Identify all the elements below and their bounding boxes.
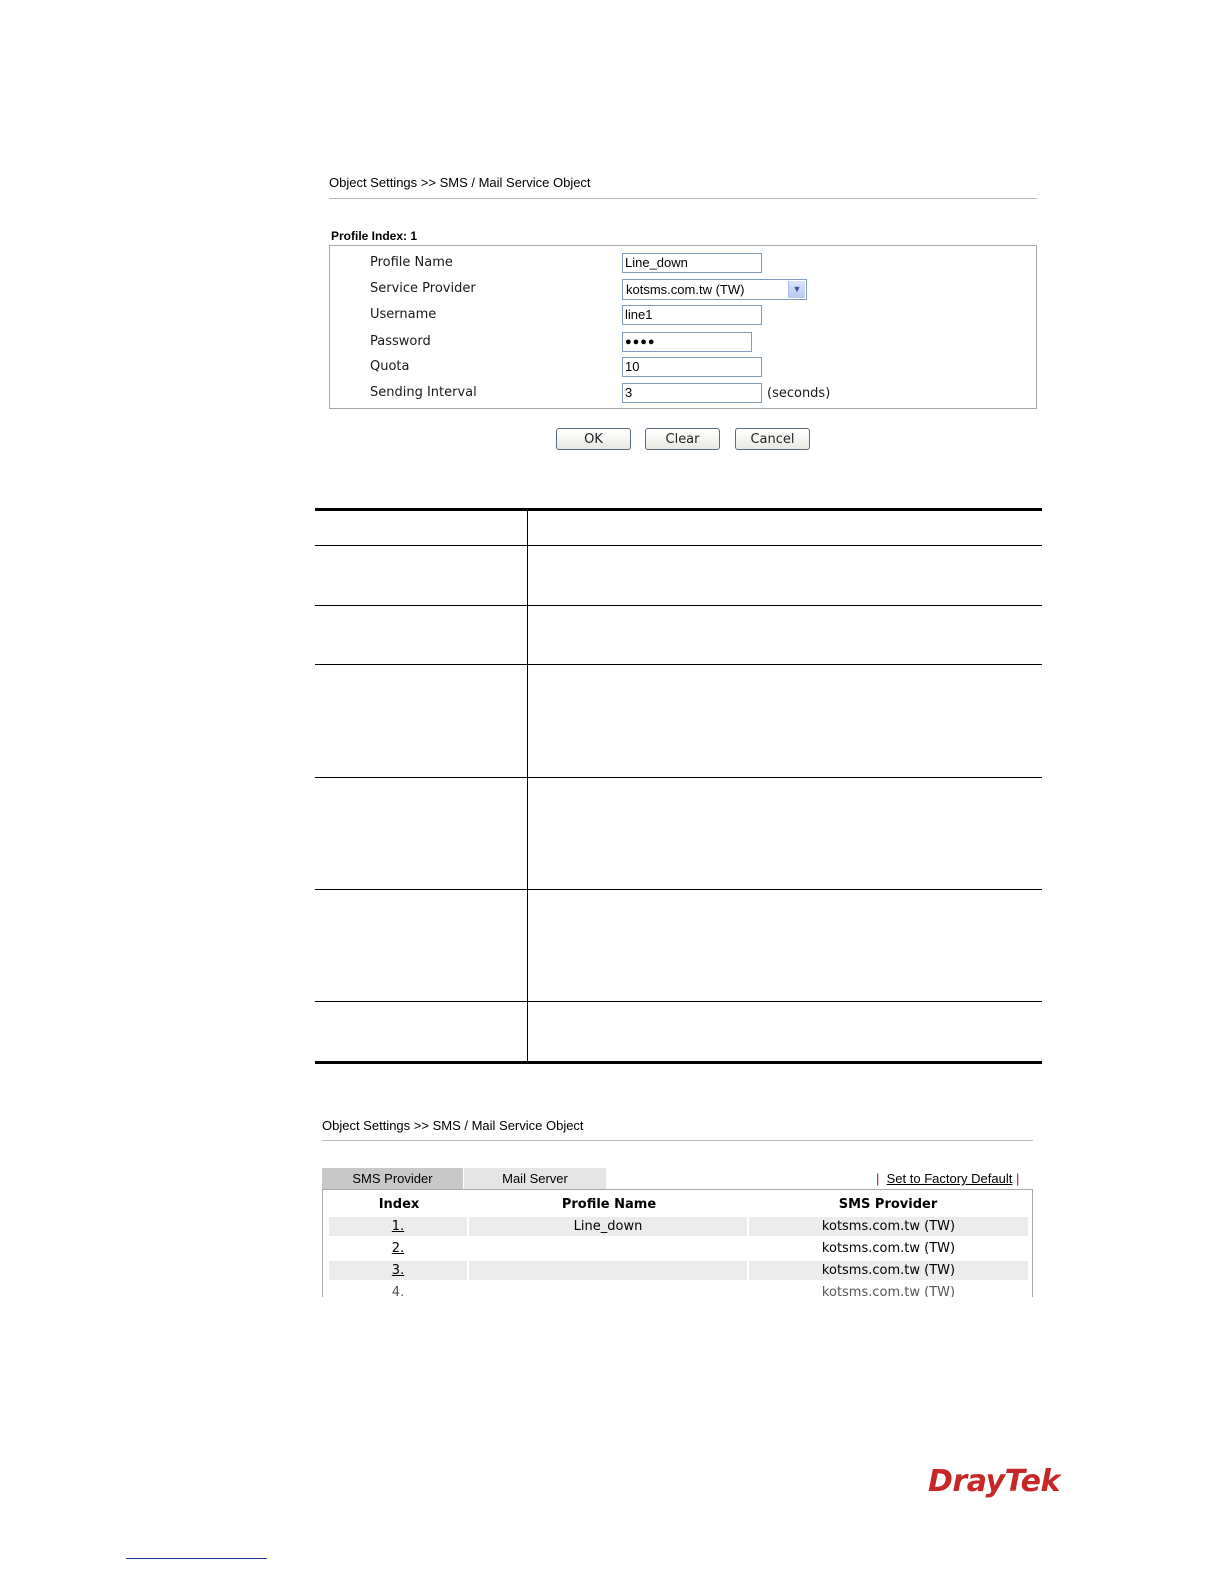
row-profile-name [469, 1261, 747, 1280]
column-header-sms-provider: SMS Provider [838, 1197, 938, 1212]
table-row-rule [315, 777, 1042, 778]
draytek-logo: DrayTek [928, 1464, 1060, 1499]
separator: | [876, 1171, 880, 1186]
factory-default-area: | Set to Factory Default | [876, 1171, 1019, 1186]
separator: | [1015, 1171, 1020, 1186]
profile-index-label: Profile Index: 1 [331, 229, 418, 243]
service-provider-select[interactable]: kotsms.com.tw (TW) ▼ [622, 279, 807, 300]
breadcrumb-list-divider [322, 1140, 1033, 1141]
table-row[interactable]: 3. kotsms.com.tw (TW) [329, 1261, 1029, 1280]
row-index-link[interactable]: 3. [392, 1263, 404, 1278]
table-row-rule [315, 545, 1042, 546]
profile-form: Profile Name Service Provider Username P… [329, 245, 1037, 409]
table-row[interactable]: 2. kotsms.com.tw (TW) [329, 1239, 1029, 1258]
breadcrumb-list: Object Settings >> SMS / Mail Service Ob… [322, 1118, 584, 1133]
breadcrumb: Object Settings >> SMS / Mail Service Ob… [329, 175, 591, 190]
profile-name-label: Profile Name [370, 255, 453, 270]
row-index-cell: 3. [329, 1261, 467, 1280]
table-row[interactable]: 4. kotsms.com.tw (TW) [329, 1283, 1029, 1297]
row-index-link[interactable]: 1. [392, 1219, 404, 1234]
column-header-index: Index [378, 1197, 420, 1212]
row-profile-name: Line_down [469, 1217, 747, 1236]
row-profile-name [469, 1239, 747, 1258]
table-column-divider [527, 510, 528, 1062]
breadcrumb-divider [329, 198, 1037, 199]
quota-label: Quota [370, 359, 410, 374]
sending-interval-label: Sending Interval [370, 385, 477, 400]
table-bottom-rule [315, 1061, 1042, 1064]
table-row[interactable]: 1. Line_down kotsms.com.tw (TW) [329, 1217, 1029, 1236]
row-index-link[interactable]: 2. [392, 1241, 404, 1256]
footer-rule [126, 1558, 267, 1559]
row-index-cell: 1. [329, 1217, 467, 1236]
row-index-link[interactable]: 4. [392, 1285, 404, 1297]
table-row-rule [315, 889, 1042, 890]
table-row-rule [315, 605, 1042, 606]
service-provider-value: kotsms.com.tw (TW) [626, 282, 745, 297]
row-profile-name [469, 1283, 747, 1297]
username-label: Username [370, 307, 437, 322]
password-label: Password [370, 334, 431, 349]
tab-mail-server[interactable]: Mail Server [464, 1168, 606, 1189]
sending-interval-input[interactable]: 3 [622, 383, 762, 403]
table-top-rule [315, 508, 1042, 511]
username-input[interactable]: line1 [622, 305, 762, 325]
tab-sms-provider[interactable]: SMS Provider [322, 1168, 463, 1189]
column-header-profile-name: Profile Name [561, 1197, 657, 1212]
clear-button[interactable]: Clear [645, 428, 720, 450]
table-row-rule [315, 1001, 1042, 1002]
chevron-down-icon[interactable]: ▼ [788, 281, 805, 298]
profile-name-input[interactable]: Line_down [622, 253, 762, 273]
quota-input[interactable]: 10 [622, 357, 762, 377]
cancel-button[interactable]: Cancel [735, 428, 810, 450]
row-sms-provider: kotsms.com.tw (TW) [749, 1261, 1028, 1280]
table-row-rule [315, 664, 1042, 665]
row-index-cell: 4. [329, 1283, 467, 1297]
password-input[interactable]: ●●●● [622, 332, 752, 352]
sms-provider-list: Index Profile Name SMS Provider 1. Line_… [322, 1189, 1033, 1297]
seconds-unit-label: (seconds) [767, 386, 831, 401]
description-table [315, 508, 1042, 1064]
service-provider-label: Service Provider [370, 281, 476, 296]
row-index-cell: 2. [329, 1239, 467, 1258]
set-to-factory-default-link[interactable]: Set to Factory Default [887, 1171, 1013, 1186]
row-sms-provider: kotsms.com.tw (TW) [821, 1285, 956, 1297]
row-sms-provider: kotsms.com.tw (TW) [749, 1217, 1028, 1236]
row-sms-provider: kotsms.com.tw (TW) [821, 1241, 956, 1256]
ok-button[interactable]: OK [556, 428, 631, 450]
